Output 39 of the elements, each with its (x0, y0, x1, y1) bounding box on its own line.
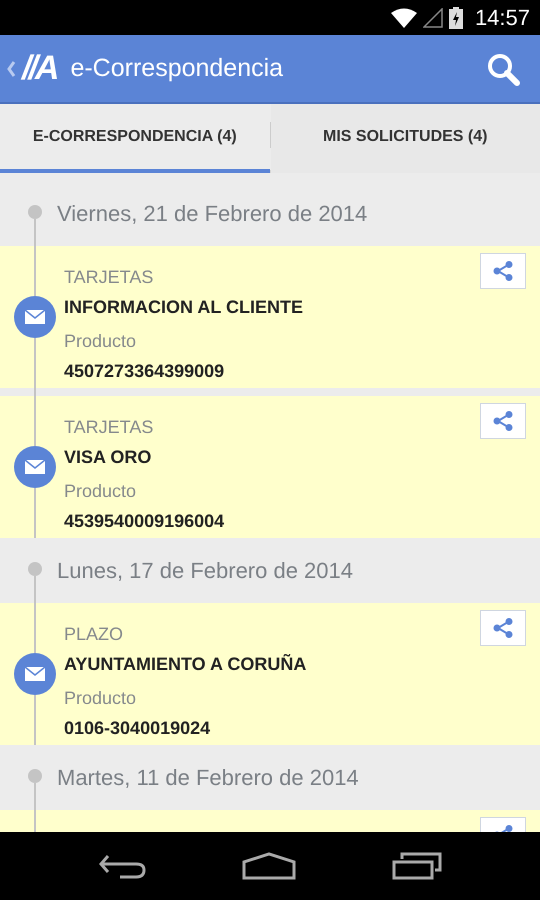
field-value: 4539540009196004 (64, 510, 224, 533)
recent-apps-icon[interactable] (392, 852, 442, 880)
envelope-icon (14, 446, 56, 488)
correspondence-card[interactable]: PLAZO AYUNTAMIENTO A CORUÑA Producto 0106-3040019024 (0, 603, 540, 745)
status-time: 14:57 (474, 4, 530, 30)
field-label: Producto (64, 687, 136, 710)
back-icon[interactable] (6, 58, 16, 78)
date-heading: Martes, 11 de Febrero de 2014 (57, 765, 359, 792)
share-button[interactable] (480, 610, 526, 646)
field-value: 0106-3040019024 (64, 717, 210, 740)
envelope-icon (14, 296, 56, 338)
envelope-icon (14, 653, 56, 695)
field-label: Producto (64, 480, 136, 503)
card-title: AYUNTAMIENTO A CORUÑA (64, 653, 306, 676)
card-title: VISA ORO (64, 446, 152, 469)
wifi-icon (390, 8, 417, 28)
correspondence-card[interactable]: TARJETAS INFORMACION AL CLIENTE Producto 4507273364399009 (0, 246, 540, 388)
correspondence-card[interactable]: TARJETAS VISA ORO Producto 4539540009196004 (0, 396, 540, 538)
date-heading: Viernes, 21 de Febrero de 2014 (57, 201, 368, 228)
share-button[interactable] (480, 253, 526, 289)
field-value: 4507273364399009 (64, 360, 224, 383)
card-category: PLAZO (64, 623, 124, 646)
share-button[interactable] (480, 403, 526, 439)
card-title: INFORMACION AL CLIENTE (64, 296, 303, 319)
share-icon (492, 260, 514, 282)
search-icon[interactable] (486, 52, 520, 86)
app-logo: //A (22, 49, 56, 88)
back-nav-icon[interactable] (98, 852, 146, 880)
share-icon (492, 617, 514, 639)
signal-icon (422, 8, 443, 28)
battery-icon (448, 6, 463, 28)
home-icon[interactable] (242, 852, 296, 880)
app-title: e-Correspondencia (70, 54, 284, 83)
date-heading: Lunes, 17 de Febrero de 2014 (57, 558, 354, 585)
card-category: TARJETAS (64, 416, 154, 439)
share-icon (492, 410, 514, 432)
tab[interactable]: MIS SOLICITUDES (4) (270, 104, 540, 173)
field-label: Producto (64, 330, 136, 353)
card-category: TARJETAS (64, 266, 154, 289)
